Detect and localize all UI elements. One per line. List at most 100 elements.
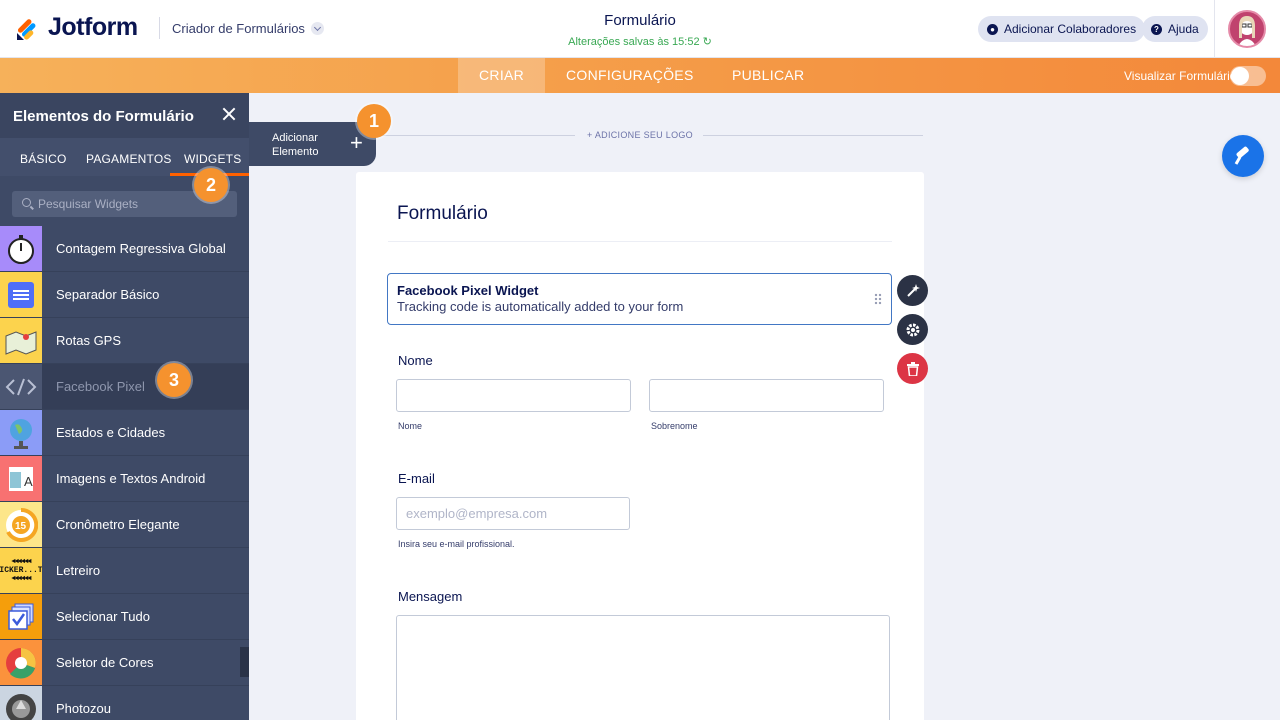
search-icon — [22, 198, 31, 207]
form-title[interactable]: Formulário — [540, 12, 740, 29]
first-name-input[interactable] — [396, 379, 631, 412]
widget-label: Rotas GPS — [56, 333, 122, 348]
form-designer-button[interactable] — [1222, 135, 1264, 177]
map-icon — [0, 318, 42, 363]
heading-divider — [388, 241, 892, 242]
drag-handle-icon[interactable] — [874, 293, 882, 305]
name-label: Nome — [398, 353, 433, 368]
tab-publicar[interactable]: PUBLICAR — [732, 58, 804, 93]
form-card: Formulário Facebook Pixel Widget Trackin… — [356, 172, 924, 720]
add-logo-button[interactable]: + ADICIONE SEU LOGO — [560, 130, 720, 140]
preview-label: Visualizar Formulário — [1124, 69, 1237, 83]
step-badge-2: 2 — [194, 168, 228, 202]
toggle-knob — [1231, 67, 1249, 85]
email-input[interactable]: exemplo@empresa.com — [396, 497, 630, 530]
widget-label: Facebook Pixel — [56, 379, 145, 394]
widget-item[interactable]: Seletor de Cores — [0, 640, 249, 686]
ticker-arrows-top: ◄◄◄◄◄◄ — [11, 558, 31, 566]
widget-label: Photozou — [56, 701, 111, 716]
widget-label: Imagens e Textos Android — [56, 471, 206, 486]
globe-icon — [0, 410, 42, 455]
wizard-button[interactable] — [897, 275, 928, 306]
widget-label: Contagem Regressiva Global — [56, 241, 226, 256]
image-text-icon: A — [0, 456, 42, 501]
search-placeholder: Pesquisar Widgets — [38, 197, 139, 211]
builder-label: Criador de Formulários — [172, 21, 305, 36]
message-label: Mensagem — [398, 589, 463, 604]
sidebar-header: Elementos do Formulário — [0, 93, 249, 138]
fb-widget-subtitle: Tracking code is automatically added to … — [397, 299, 684, 314]
add-collaborators-button[interactable]: ● Adicionar Colaboradores — [978, 16, 1146, 42]
brand-name: Jotform — [48, 13, 138, 41]
widget-item[interactable]: Estados e Cidades — [0, 410, 249, 456]
fb-widget-title: Facebook Pixel Widget — [397, 283, 539, 298]
widget-label: Seletor de Cores — [56, 655, 154, 670]
widget-label: Estados e Cidades — [56, 425, 166, 440]
logo-divider-right — [703, 135, 923, 136]
ticker-icon: ◄◄◄◄◄◄ TICKER...TI ◄◄◄◄◄◄ — [0, 548, 42, 593]
add-element-button[interactable]: Adicionar Elemento + — [249, 122, 376, 166]
add-collaborators-label: Adicionar Colaboradores — [1004, 22, 1137, 36]
tab-criar[interactable]: CRIAR — [458, 58, 546, 93]
avatar[interactable] — [1228, 10, 1266, 48]
top-bar: Jotform Criador de Formulários Formulári… — [0, 0, 1280, 58]
magic-wand-icon — [906, 283, 920, 297]
builder-nav: CRIAR CONFIGURAÇÕES PUBLICAR Visualizar … — [0, 58, 1280, 93]
ticker-arrows-bottom: ◄◄◄◄◄◄ — [11, 575, 31, 583]
widget-item[interactable]: Contagem Regressiva Global — [0, 226, 249, 272]
gear-icon — [906, 323, 919, 336]
add-element-label: Adicionar Elemento — [272, 132, 319, 158]
widget-item[interactable]: Photozou — [0, 686, 249, 720]
widget-item-selected[interactable]: Facebook Pixel — [0, 364, 249, 410]
jotform-logo[interactable]: Jotform — [14, 13, 138, 42]
save-status: Alterações salvas às 15:52 ↻ — [540, 35, 740, 48]
tab-widgets[interactable]: WIDGETS — [184, 152, 241, 166]
widget-item[interactable]: Separador Básico — [0, 272, 249, 318]
widget-label: Cronômetro Elegante — [56, 517, 180, 532]
widget-list: Contagem Regressiva Global Separador Bás… — [0, 226, 249, 720]
header-divider-right — [1214, 0, 1215, 58]
first-name-sublabel: Nome — [398, 421, 423, 431]
timer-15-icon: 15 — [0, 502, 42, 547]
help-label: Ajuda — [1168, 22, 1199, 36]
widget-item[interactable]: ◄◄◄◄◄◄ TICKER...TI ◄◄◄◄◄◄ Letreiro — [0, 548, 249, 594]
message-textarea[interactable] — [396, 615, 890, 720]
last-name-input[interactable] — [649, 379, 884, 412]
widget-item[interactable]: 15 Cronômetro Elegante — [0, 502, 249, 548]
tab-configuracoes[interactable]: CONFIGURAÇÕES — [566, 58, 694, 93]
preview-toggle[interactable] — [1230, 66, 1266, 86]
color-wheel-icon — [0, 640, 42, 685]
ticker-text: TICKER...TI — [0, 566, 42, 575]
form-heading[interactable]: Formulário — [397, 203, 488, 225]
email-sublabel: Insira seu e-mail profissional. — [398, 539, 515, 549]
email-label: E-mail — [398, 471, 435, 486]
builder-dropdown[interactable]: Criador de Formulários — [172, 21, 324, 36]
camera-shutter-icon — [0, 686, 42, 720]
save-status-text: Alterações salvas às 15:52 — [568, 36, 700, 48]
close-icon[interactable] — [222, 107, 236, 121]
sidebar-title: Elementos do Formulário — [13, 108, 194, 125]
tab-pagamentos[interactable]: PAGAMENTOS — [86, 152, 172, 166]
email-placeholder: exemplo@empresa.com — [406, 506, 548, 521]
header-divider — [159, 17, 160, 39]
jotform-logo-icon — [17, 18, 36, 40]
properties-button[interactable] — [897, 314, 928, 345]
last-name-sublabel: Sobrenome — [651, 421, 698, 431]
code-icon — [0, 364, 42, 409]
stopwatch-icon — [0, 226, 42, 271]
delete-button[interactable] — [897, 353, 928, 384]
help-icon: ? — [1151, 23, 1162, 35]
help-button[interactable]: ? Ajuda — [1142, 16, 1208, 42]
svg-text:15: 15 — [15, 521, 27, 532]
widget-label: Separador Básico — [56, 287, 160, 302]
tab-basico[interactable]: BÁSICO — [20, 152, 67, 166]
sidebar-scrollbar[interactable] — [240, 647, 249, 677]
widget-item[interactable]: Rotas GPS — [0, 318, 249, 364]
step-badge-1: 1 — [357, 104, 391, 138]
widget-item[interactable]: A Imagens e Textos Android — [0, 456, 249, 502]
facebook-pixel-widget[interactable]: Facebook Pixel Widget Tracking code is a… — [387, 273, 892, 325]
avatar-image — [1238, 16, 1256, 46]
checkbox-stack-icon — [0, 594, 42, 639]
widget-item[interactable]: Selecionar Tudo — [0, 594, 249, 640]
separator-icon — [0, 272, 42, 317]
